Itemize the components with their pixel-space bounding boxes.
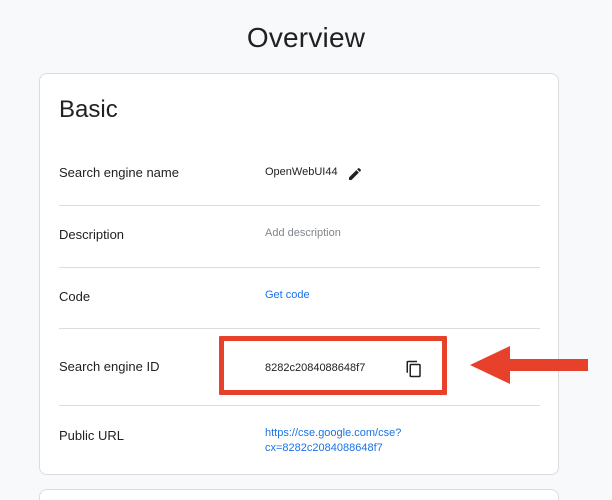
description-label: Description (59, 227, 125, 242)
search-engine-name-value: OpenWebUI44 (265, 166, 338, 178)
divider (59, 405, 540, 406)
public-url-link[interactable]: https://cse.google.com/cse? cx=8282c2084… (265, 426, 401, 456)
divider (59, 205, 540, 206)
page-title: Overview (246, 22, 366, 53)
add-description-field[interactable]: Add description (265, 227, 341, 239)
code-label: Code (59, 289, 91, 304)
public-url-label: Public URL (59, 428, 125, 443)
annotation-highlight-box (219, 336, 447, 395)
pencil-icon-glyph (349, 167, 362, 180)
arrow-left-icon (470, 346, 588, 384)
row-code: Code Get code (59, 281, 540, 311)
search-engine-name-label: Search engine name (59, 165, 179, 180)
search-engine-id-label: Search engine ID (59, 359, 160, 374)
pencil-icon[interactable] (345, 164, 365, 184)
get-code-link[interactable]: Get code (265, 289, 310, 301)
basic-card: Basic Search engine name OpenWebUI44 Des… (39, 73, 559, 475)
row-description: Description Add description (59, 220, 540, 250)
next-card (39, 489, 559, 500)
divider (59, 267, 540, 268)
row-public-url: Public URL https://cse.google.com/cse? c… (59, 421, 540, 461)
public-url-line-1: https://cse.google.com/cse? (265, 427, 402, 439)
row-search-engine-name: Search engine name OpenWebUI44 (59, 158, 540, 188)
divider (59, 328, 540, 329)
card-title: Basic (59, 96, 118, 123)
public-url-line-2: cx=8282c2084088648f7 (265, 442, 383, 454)
